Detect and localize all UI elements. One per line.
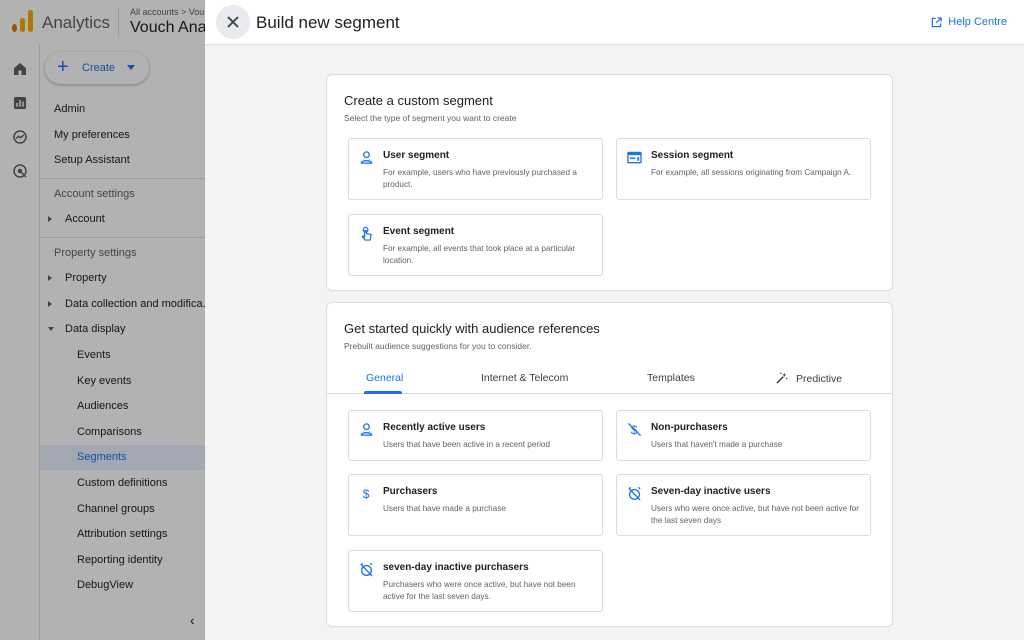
card-title: Create a custom segment bbox=[344, 93, 493, 108]
option-description: For example, all events that took place … bbox=[383, 244, 576, 265]
help-centre-link[interactable]: Help Centre bbox=[931, 16, 1007, 28]
option-title: Non-purchasers bbox=[651, 422, 728, 433]
option-description: Users who were once active, but have not… bbox=[651, 504, 859, 525]
person-icon bbox=[360, 151, 373, 164]
option-title: seven-day inactive purchasers bbox=[383, 562, 529, 573]
tab-templates[interactable]: Templates bbox=[647, 372, 695, 384]
panel-header: Build new segment Help Centre bbox=[205, 0, 1024, 45]
close-button[interactable] bbox=[216, 5, 250, 39]
alarm-off-icon bbox=[360, 562, 373, 577]
svg-text:$: $ bbox=[363, 487, 370, 501]
audience-tabs: General Internet & Telecom Templates Pre… bbox=[327, 363, 892, 394]
option-title: Event segment bbox=[383, 226, 455, 237]
seven-day-inactive-users-option[interactable]: Seven-day inactive users Users who were … bbox=[616, 474, 871, 536]
tab-predictive[interactable]: Predictive bbox=[775, 372, 842, 385]
option-title: Purchasers bbox=[383, 486, 438, 497]
event-segment-option[interactable]: Event segment For example, all events th… bbox=[348, 214, 603, 276]
option-description: Users that have been active in a recent … bbox=[383, 440, 551, 449]
magic-wand-icon bbox=[776, 372, 788, 384]
user-segment-option[interactable]: User segment For example, users who have… bbox=[348, 138, 603, 200]
recently-active-users-option[interactable]: Recently active users Users that have be… bbox=[348, 410, 603, 461]
card-subtitle: Select the type of segment you want to c… bbox=[344, 113, 517, 123]
alarm-off-icon bbox=[628, 486, 641, 501]
custom-segment-card: Create a custom segment Select the type … bbox=[326, 74, 893, 291]
session-segment-option[interactable]: Session segment For example, all session… bbox=[616, 138, 871, 200]
option-title: Session segment bbox=[651, 150, 734, 161]
tab-label: Predictive bbox=[796, 372, 843, 385]
option-description: Purchasers who were once active, but hav… bbox=[383, 580, 576, 601]
audience-references-card: Get started quickly with audience refere… bbox=[326, 302, 893, 627]
option-title: Seven-day inactive users bbox=[651, 486, 771, 497]
non-purchasers-option[interactable]: $ Non-purchasers Users that haven't made… bbox=[616, 410, 871, 461]
build-segment-panel: Build new segment Help Centre Create a c… bbox=[205, 0, 1024, 640]
person-icon bbox=[360, 423, 373, 436]
open-in-new-icon bbox=[932, 16, 942, 27]
dollar-icon: $ bbox=[363, 487, 370, 501]
no-money-icon: $ bbox=[627, 422, 642, 437]
option-description: Users that haven't made a purchase bbox=[651, 440, 783, 449]
option-description: Users that have made a purchase bbox=[383, 504, 506, 513]
session-icon bbox=[627, 151, 642, 164]
close-icon bbox=[227, 16, 239, 28]
seven-day-inactive-purchasers-option[interactable]: seven-day inactive purchasers Purchasers… bbox=[348, 550, 603, 612]
option-title: Recently active users bbox=[383, 422, 486, 433]
tab-general[interactable]: General bbox=[366, 372, 403, 384]
tab-internet-telecom[interactable]: Internet & Telecom bbox=[481, 372, 568, 384]
active-tab-indicator bbox=[364, 391, 402, 394]
card-subtitle: Prebuilt audience suggestions for you to… bbox=[344, 341, 532, 351]
option-description: For example, users who have previously p… bbox=[383, 168, 577, 189]
option-description: For example, all sessions originating fr… bbox=[651, 168, 852, 177]
card-title: Get started quickly with audience refere… bbox=[344, 321, 600, 336]
panel-title: Build new segment bbox=[256, 13, 400, 32]
touch-icon bbox=[361, 226, 372, 241]
help-centre-label: Help Centre bbox=[948, 16, 1007, 28]
purchasers-option[interactable]: $ Purchasers Users that have made a purc… bbox=[348, 474, 603, 536]
option-title: User segment bbox=[383, 150, 450, 161]
